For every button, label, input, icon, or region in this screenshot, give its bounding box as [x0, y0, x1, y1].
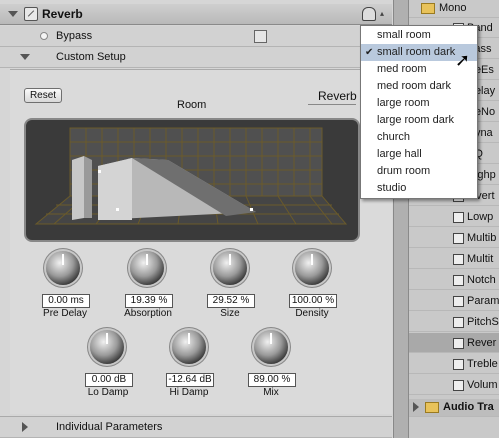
- density-label: Density: [295, 308, 329, 319]
- tree-effect-label: Volum: [467, 379, 498, 391]
- effect-name-label: Reverb: [318, 89, 357, 103]
- effect-speaker-icon: [453, 337, 464, 349]
- bypass-keyframe-icon: [40, 32, 48, 40]
- preset-menu-item[interactable]: large room dark: [361, 112, 477, 129]
- custom-setup-triangle-icon[interactable]: [20, 54, 30, 60]
- tree-effect-label: Param: [467, 295, 499, 307]
- mix-value[interactable]: 89.00 %: [248, 373, 296, 387]
- tree-effect-label: Multit: [467, 253, 494, 265]
- preset-menu-item-label: small room: [377, 29, 431, 41]
- bypass-checkbox[interactable]: [254, 30, 267, 43]
- tree-folder-audio[interactable]: Audio Tra: [409, 399, 499, 417]
- mouse-cursor-icon: ➚: [455, 50, 471, 70]
- effect-speaker-icon: [453, 253, 464, 265]
- effect-speaker-icon: [453, 232, 464, 244]
- preset-menu-item-label: med room: [377, 63, 427, 75]
- room-label: Room: [177, 99, 207, 111]
- effect-title: Reverb: [42, 7, 83, 21]
- preset-menu-item-label: church: [377, 131, 411, 143]
- lo-damp-value[interactable]: 0.00 dB: [85, 373, 133, 387]
- tree-effect-label: Lowp: [467, 211, 494, 223]
- tree-folder-label: Audio Tra: [443, 401, 494, 413]
- custom-setup-row: Custom Setup: [0, 47, 392, 68]
- bypass-label: Bypass: [56, 30, 93, 42]
- hi-damp-knob[interactable]: [172, 330, 206, 364]
- size-value[interactable]: 29.52 %: [207, 294, 255, 308]
- bypass-row: Bypass: [0, 26, 392, 47]
- tree-effect-item[interactable]: Param: [409, 291, 499, 311]
- effect-panel: Reverb ▴ Bypass Custom Setup Reset Room …: [0, 0, 409, 438]
- tree-folder-mono[interactable]: Mono: [409, 0, 499, 18]
- preset-menu-item[interactable]: studio: [361, 180, 477, 197]
- mix-knob[interactable]: [254, 330, 288, 364]
- pre-delay-knob[interactable]: [46, 251, 80, 285]
- tree-effect-item[interactable]: Treble: [409, 354, 499, 374]
- checkmark-icon: ✔: [365, 47, 374, 58]
- preset-menu-item-label: large room dark: [377, 114, 455, 126]
- effect-speaker-icon: [453, 211, 464, 223]
- folder-icon: [425, 401, 439, 413]
- tree-effect-item[interactable]: Multib: [409, 228, 499, 248]
- effect-speaker-icon: [453, 379, 464, 391]
- preset-menu-item[interactable]: med room dark: [361, 78, 477, 95]
- density-value[interactable]: 100.00 %: [289, 294, 337, 308]
- preset-dropdown-arrow-icon[interactable]: ▴: [380, 9, 384, 18]
- absorption-label: Absorption: [124, 308, 172, 319]
- preset-menu-item-label: studio: [377, 182, 407, 194]
- tree-effect-item[interactable]: Multit: [409, 249, 499, 269]
- preset-menu-item[interactable]: drum room: [361, 163, 477, 180]
- hi-damp-value[interactable]: -12.64 dB: [166, 373, 214, 387]
- pre-delay-label: Pre Delay: [43, 308, 87, 319]
- tree-effect-item[interactable]: Rever: [409, 333, 499, 353]
- tree-effect-label: Notch: [467, 274, 496, 286]
- preset-menu-item[interactable]: small room: [361, 27, 477, 44]
- preset-menu-item-label: large room: [377, 97, 430, 109]
- preset-menu-icon[interactable]: [362, 7, 376, 21]
- individual-parameters-triangle-icon[interactable]: [22, 422, 28, 432]
- collapse-triangle-icon[interactable]: [8, 11, 18, 17]
- size-label: Size: [220, 308, 240, 319]
- preset-menu-item-label: small room dark: [377, 46, 456, 58]
- power-icon[interactable]: [24, 7, 38, 21]
- preset-menu-item[interactable]: large room: [361, 95, 477, 112]
- effect-speaker-icon: [453, 358, 464, 370]
- preset-menu-item-label: drum room: [377, 165, 431, 177]
- effect-name-divider: [308, 104, 356, 105]
- preset-menu-item-label: med room dark: [377, 80, 451, 92]
- reset-button[interactable]: Reset: [24, 88, 62, 103]
- effect-speaker-icon: [453, 274, 464, 286]
- tree-effect-label: PitchS: [467, 316, 499, 328]
- tree-folder-label: Mono: [439, 2, 467, 14]
- tree-effect-label: Multib: [467, 232, 497, 244]
- individual-parameters-label: Individual Parameters: [56, 421, 163, 433]
- tree-effect-label: Rever: [467, 337, 497, 349]
- effect-speaker-icon: [453, 316, 464, 328]
- absorption-value[interactable]: 19.39 %: [125, 294, 173, 308]
- lo-damp-label: Lo Damp: [87, 387, 129, 398]
- tree-expand-icon[interactable]: [413, 402, 419, 413]
- pre-delay-value[interactable]: 0.00 ms: [42, 294, 90, 308]
- tree-effect-item[interactable]: PitchS: [409, 312, 499, 332]
- absorption-knob[interactable]: [130, 251, 164, 285]
- room-display[interactable]: [24, 118, 360, 242]
- mix-label: Mix: [263, 387, 279, 398]
- custom-setup-label: Custom Setup: [56, 51, 126, 63]
- preset-menu-item-label: large hall: [377, 148, 422, 160]
- tree-effect-item[interactable]: Lowp: [409, 207, 499, 227]
- tree-effect-label: Treble: [467, 358, 498, 370]
- tree-effect-item[interactable]: Volum: [409, 375, 499, 395]
- individual-parameters-row: Individual Parameters: [0, 416, 392, 438]
- lo-damp-knob[interactable]: [90, 330, 124, 364]
- effect-header: Reverb ▴: [0, 4, 392, 25]
- preset-menu-item[interactable]: large hall: [361, 146, 477, 163]
- tree-effect-item[interactable]: Notch: [409, 270, 499, 290]
- preset-menu-item[interactable]: church: [361, 129, 477, 146]
- folder-icon: [421, 2, 435, 14]
- hi-damp-label: Hi Damp: [169, 387, 209, 398]
- size-knob[interactable]: [213, 251, 247, 285]
- effect-speaker-icon: [453, 295, 464, 307]
- density-knob[interactable]: [295, 251, 329, 285]
